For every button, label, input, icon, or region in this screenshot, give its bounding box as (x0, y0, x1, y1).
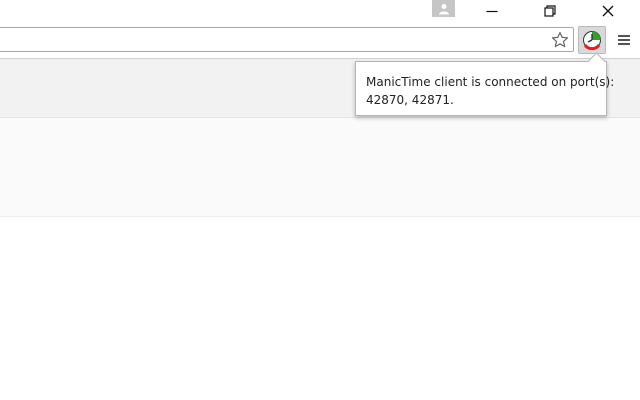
extension-popup: ManicTime client is connected on port(s)… (355, 52, 615, 116)
minimize-icon (486, 10, 498, 13)
popup-status-text: ManicTime client is connected on port(s)… (366, 75, 615, 89)
close-button[interactable] (588, 0, 628, 22)
person-icon (438, 3, 449, 14)
manictime-extension-button[interactable] (578, 26, 606, 54)
star-icon (551, 31, 569, 48)
manictime-icon (583, 31, 601, 50)
profile-button[interactable] (432, 0, 455, 17)
close-icon (602, 5, 614, 17)
page-content-band (0, 118, 640, 217)
title-bar (0, 0, 640, 24)
address-bar[interactable] (0, 27, 574, 52)
restore-icon (544, 5, 556, 17)
bookmark-button[interactable] (549, 29, 571, 51)
hamburger-menu-icon (618, 35, 630, 45)
popup-ports-text: 42870, 42871. (366, 93, 454, 107)
browser-menu-button[interactable] (614, 30, 634, 50)
minimize-button[interactable] (472, 0, 512, 22)
browser-toolbar (0, 24, 640, 58)
restore-button[interactable] (530, 0, 570, 22)
